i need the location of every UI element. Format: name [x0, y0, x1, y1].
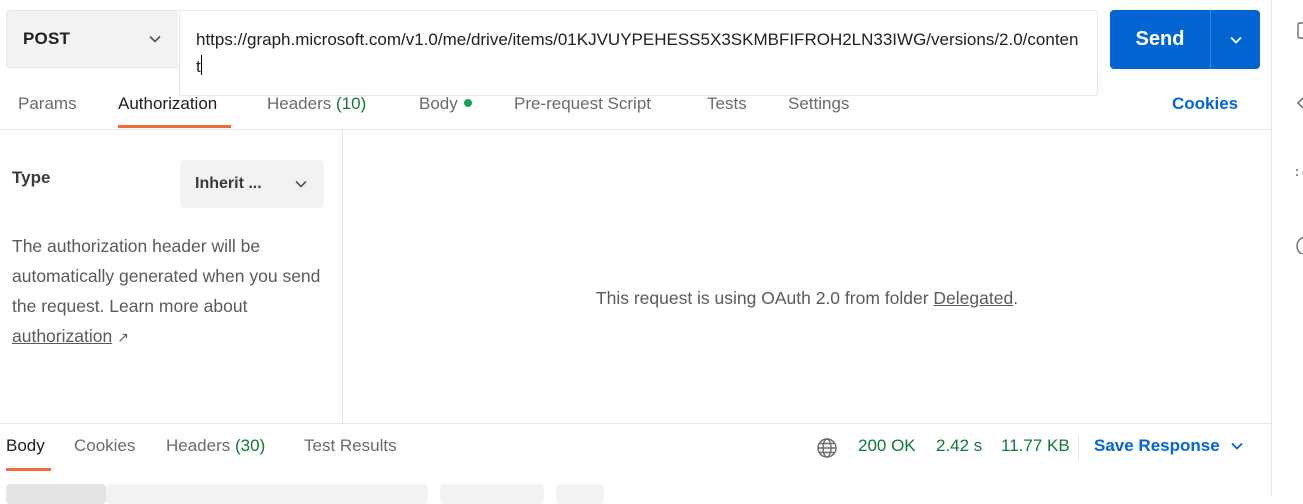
text-cursor: [200, 55, 202, 75]
send-button[interactable]: Send: [1110, 10, 1260, 69]
response-active-tab-indicator: [6, 468, 51, 471]
response-view-toggle[interactable]: [106, 484, 428, 504]
response-tab-headers[interactable]: Headers (30): [166, 436, 265, 456]
response-headers-label: Headers: [166, 436, 231, 455]
url-input[interactable]: https://graph.microsoft.com/v1.0/me/driv…: [179, 10, 1098, 96]
save-divider: [1078, 434, 1079, 462]
tabs-divider: [0, 129, 1271, 130]
tab-body[interactable]: Body: [419, 94, 472, 114]
response-status[interactable]: 200 OK: [858, 436, 916, 456]
response-tab-body[interactable]: Body: [6, 436, 45, 456]
code-icon[interactable]: [1294, 94, 1303, 112]
chevron-down-icon: [1229, 36, 1242, 44]
oauth-message-prefix: This request is using OAuth 2.0 from fol…: [595, 288, 929, 308]
info-icon[interactable]: [1294, 236, 1303, 254]
document-icon[interactable]: [1294, 22, 1303, 40]
chevron-down-icon: [295, 180, 307, 188]
save-response-label: Save Response: [1094, 436, 1220, 455]
response-headers-count: (30): [235, 436, 266, 455]
response-wrap-button[interactable]: [556, 484, 604, 504]
auth-type-label: Type: [12, 168, 51, 187]
body-indicator-dot: [463, 99, 472, 107]
save-response-button[interactable]: Save Response: [1094, 436, 1244, 456]
response-time[interactable]: 2.42 s: [936, 436, 982, 456]
chevron-down-icon: [1231, 442, 1243, 450]
method-label: POST: [23, 29, 71, 48]
response-tab-cookies[interactable]: Cookies: [74, 436, 135, 456]
auth-type-select[interactable]: Inherit ...: [180, 160, 324, 208]
tab-params[interactable]: Params: [18, 94, 77, 114]
tab-headers[interactable]: Headers (10): [267, 94, 366, 114]
response-tab-test-results[interactable]: Test Results: [304, 436, 397, 456]
response-view-toggle-active[interactable]: [6, 484, 106, 504]
right-sidebar-divider: [1271, 0, 1272, 496]
auth-description-text: The authorization header will be automat…: [12, 236, 321, 316]
send-label: Send: [1135, 28, 1185, 50]
tab-headers-label: Headers: [267, 94, 332, 113]
auth-panel-divider: [342, 130, 343, 423]
oauth-inherit-message: This request is using OAuth 2.0 from fol…: [343, 288, 1271, 309]
tab-body-label: Body: [419, 94, 458, 113]
tab-prerequest-script[interactable]: Pre-request Script: [514, 94, 651, 114]
active-tab-indicator: [118, 125, 231, 128]
response-size[interactable]: 11.77 KB: [1001, 436, 1070, 456]
tab-settings[interactable]: Settings: [788, 94, 849, 114]
globe-icon[interactable]: [816, 437, 838, 459]
response-divider: [0, 423, 1271, 424]
method-select[interactable]: POST: [6, 10, 178, 68]
chevron-down-icon: [149, 35, 161, 43]
delegated-folder-link[interactable]: Delegated: [933, 288, 1013, 308]
oauth-message-suffix: .: [1013, 288, 1019, 308]
url-text: https://graph.microsoft.com/v1.0/me/driv…: [196, 30, 1079, 76]
authorization-docs-link[interactable]: authorization: [12, 326, 112, 346]
send-options-button[interactable]: [1211, 33, 1260, 47]
headers-count: (10): [336, 94, 367, 113]
auth-type-value: Inherit ...: [195, 175, 262, 192]
auth-description: The authorization header will be automat…: [12, 231, 332, 352]
tab-authorization[interactable]: Authorization: [118, 94, 217, 114]
response-format-select[interactable]: [440, 484, 544, 504]
cookies-link[interactable]: Cookies: [1172, 94, 1238, 114]
comments-icon[interactable]: [1294, 164, 1303, 182]
external-link-icon: ↗: [117, 329, 129, 345]
tab-tests[interactable]: Tests: [707, 94, 747, 114]
